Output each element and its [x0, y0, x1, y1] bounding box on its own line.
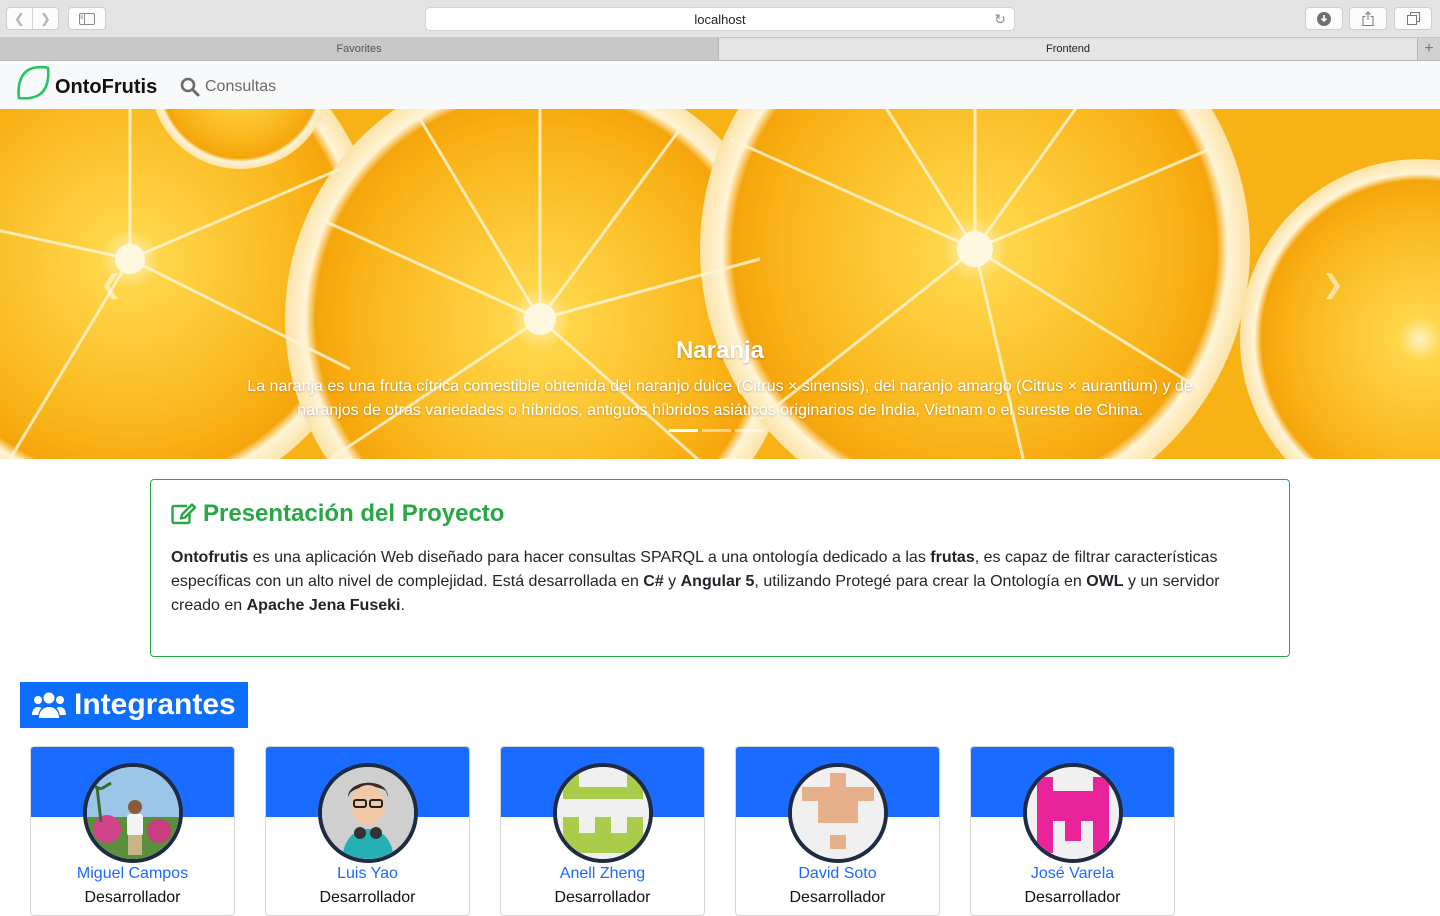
sidebar-toggle-button[interactable]: [68, 7, 106, 30]
member-name[interactable]: Miguel Campos: [31, 865, 234, 883]
carousel-indicator[interactable]: [735, 429, 764, 432]
leaf-logo-icon: [17, 65, 50, 100]
tab-overview-button[interactable]: [1394, 7, 1432, 30]
url-text: localhost: [694, 11, 746, 27]
carousel-prev-button[interactable]: ❮: [100, 269, 122, 300]
avatar: [1023, 763, 1123, 863]
project-text: Angular 5: [680, 573, 755, 590]
project-description: Ontofrutis es una aplicación Web diseñad…: [171, 546, 1269, 618]
history-nav: ❮ ❯: [6, 7, 59, 30]
downloads-button[interactable]: [1305, 7, 1343, 30]
share-icon: [1362, 11, 1374, 26]
address-bar[interactable]: localhost ↻: [425, 7, 1015, 31]
project-text: Apache Jena Fuseki: [246, 597, 401, 614]
member-card: José Varela Desarrollador: [970, 746, 1175, 916]
avatar: [83, 763, 183, 863]
member-name[interactable]: Luis Yao: [266, 865, 469, 883]
search-icon: [180, 77, 200, 97]
member-role: Desarrollador: [84, 889, 181, 906]
project-card: Presentación del Proyecto Ontofrutis es …: [150, 479, 1290, 657]
project-text: .: [400, 597, 405, 614]
new-tab-button[interactable]: +: [1418, 38, 1440, 60]
tabs-icon: [1406, 12, 1420, 25]
chevron-left-icon: ❮: [100, 269, 122, 299]
share-button[interactable]: [1349, 7, 1387, 30]
back-button[interactable]: ❮: [7, 8, 32, 29]
tab-favorites[interactable]: Favorites: [0, 38, 719, 60]
member-role: Desarrollador: [789, 889, 886, 906]
project-text: y: [663, 573, 681, 590]
carousel-indicator[interactable]: [669, 429, 698, 432]
avatar: [553, 763, 653, 863]
users-icon: [32, 692, 66, 718]
sidebar-icon: [79, 12, 95, 25]
team-title: Integrantes: [74, 688, 236, 721]
tab-frontend[interactable]: Frontend: [719, 38, 1418, 60]
project-text: , utilizando Protegé para crear la Ontol…: [754, 573, 1087, 590]
tab-bar: Favorites Frontend +: [0, 38, 1440, 61]
app-navbar: OntoFrutis Consultas: [0, 61, 1440, 109]
project-text: frutas: [930, 549, 975, 566]
chevron-right-icon: ❯: [1322, 269, 1344, 299]
download-icon: [1317, 11, 1331, 26]
nav-consultas-label: Consultas: [205, 78, 277, 95]
project-title: Presentación del Proyecto: [203, 500, 505, 527]
carousel-caption: Naranja La naranja es una fruta cítrica …: [230, 337, 1210, 423]
project-text: es una aplicación Web diseñado para hace…: [248, 549, 931, 566]
project-text: Ontofrutis: [171, 549, 249, 566]
member-card: Anell Zheng Desarrollador: [500, 746, 705, 916]
edit-icon: [171, 503, 197, 525]
reload-icon[interactable]: ↻: [994, 11, 1006, 28]
nav-consultas[interactable]: Consultas: [180, 77, 276, 97]
member-card: David Soto Desarrollador: [735, 746, 940, 916]
member-role: Desarrollador: [1024, 889, 1121, 906]
member-name[interactable]: David Soto: [736, 865, 939, 883]
forward-button[interactable]: ❯: [32, 8, 58, 29]
project-heading: Presentación del Proyecto: [171, 500, 1269, 528]
carousel-indicators: [669, 429, 764, 432]
brand-name: OntoFrutis: [55, 75, 158, 98]
carousel-next-button[interactable]: ❯: [1322, 269, 1344, 300]
team-heading: Integrantes: [20, 682, 248, 728]
avatar: [788, 763, 888, 863]
member-role: Desarrollador: [554, 889, 651, 906]
carousel-indicator[interactable]: [702, 429, 731, 432]
member-name[interactable]: Anell Zheng: [501, 865, 704, 883]
project-text: OWL: [1086, 573, 1124, 590]
member-name[interactable]: José Varela: [971, 865, 1174, 883]
project-text: C#: [643, 573, 664, 590]
avatar: [318, 763, 418, 863]
browser-toolbar: ❮ ❯ localhost ↻: [0, 0, 1440, 38]
caption-title: Naranja: [675, 337, 765, 364]
caption-text: La naranja es una fruta cítrica comestib…: [247, 378, 1193, 419]
member-role: Desarrollador: [319, 889, 416, 906]
brand-link[interactable]: OntoFrutis: [15, 65, 157, 101]
member-card: Luis Yao Desarrollador: [265, 746, 470, 916]
hero-carousel: ❮ ❯ Naranja La naranja es una fruta cítr…: [0, 109, 1440, 459]
member-card: Miguel Campos Desarrollador: [30, 746, 235, 916]
